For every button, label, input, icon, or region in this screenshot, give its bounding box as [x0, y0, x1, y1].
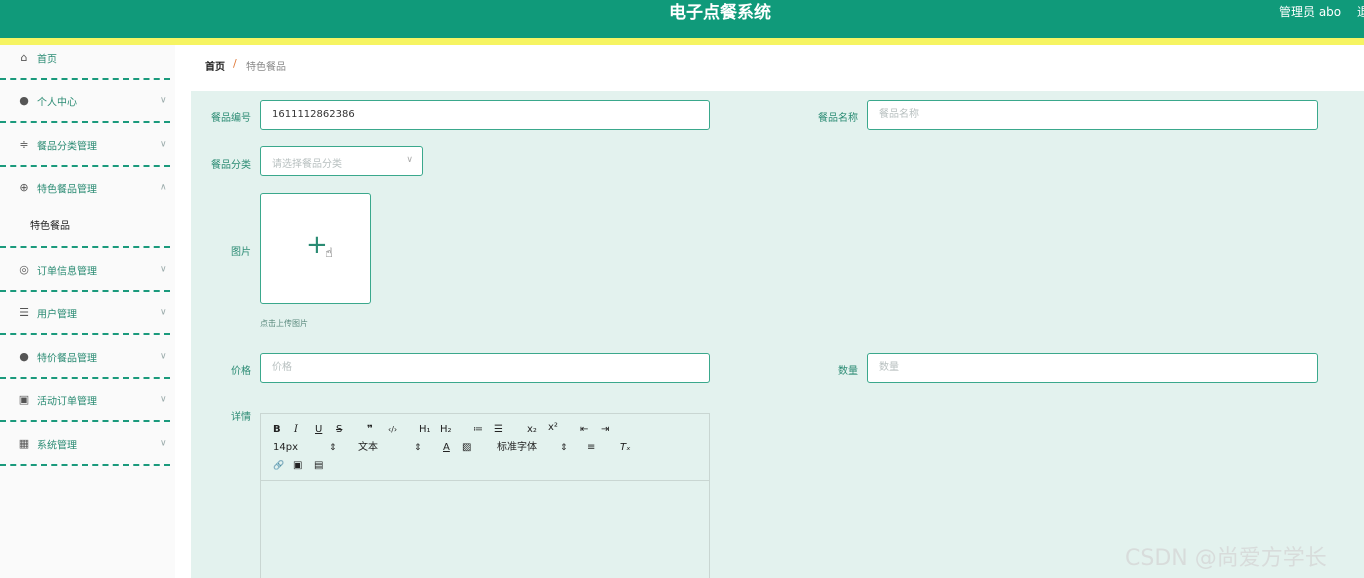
- underline-button[interactable]: U: [315, 424, 322, 436]
- chevron-down-icon: ∨: [160, 307, 167, 317]
- sliders-icon: ≑: [19, 137, 29, 151]
- name-label: 餐品名称: [818, 113, 858, 124]
- admin-user-label[interactable]: 管理员 abo: [1279, 3, 1341, 21]
- sidebar-item-label: 系统管理: [37, 440, 77, 451]
- strike-button[interactable]: S: [336, 424, 342, 436]
- italic-button[interactable]: I: [294, 424, 298, 436]
- image-upload[interactable]: + ☝: [260, 193, 371, 304]
- chevron-down-icon: ∨: [160, 264, 167, 274]
- compass-icon: ⊕: [19, 180, 29, 194]
- sidebar-item-category-management[interactable]: ≑ 餐品分类管理 ∨: [0, 124, 170, 167]
- chevron-down-icon: ∨: [160, 95, 167, 105]
- font-family-arrow-icon: ⇕: [560, 443, 568, 453]
- price-input[interactable]: 价格: [260, 353, 710, 383]
- indent-button[interactable]: ⇥: [601, 424, 609, 436]
- app-root: 电子点餐系统 管理员 abo 退 ⌂ 首页 ● 个人中心 ∨ ≑ 餐品分类管理 …: [0, 0, 1364, 578]
- breadcrumb-current: 特色餐品: [246, 62, 286, 73]
- sidebar-item-label: 餐品分类管理: [37, 141, 97, 152]
- detail-label: 详情: [231, 412, 251, 423]
- font-size-select[interactable]: 14px: [273, 442, 298, 454]
- h2-button[interactable]: H₂: [440, 424, 452, 436]
- category-select[interactable]: 请选择餐品分类 ∨: [260, 146, 423, 176]
- chevron-up-icon: ∧: [160, 182, 167, 192]
- align-button[interactable]: ≡: [587, 442, 595, 454]
- ordered-list-button[interactable]: ≔: [473, 424, 483, 436]
- home-icon: ⌂: [20, 50, 28, 64]
- editor-content-area[interactable]: [261, 482, 709, 578]
- breadcrumb-separator: /: [233, 57, 237, 70]
- list-icon: ☰: [19, 305, 29, 319]
- top-header: 电子点餐系统 管理员 abo 退: [0, 0, 1364, 38]
- editor-toolbar: B I U S ❞ ‹/› H₁ H₂ ≔ ☰ x₂ x² ⇤ ⇥ 14px ⇕…: [261, 414, 709, 481]
- bold-button[interactable]: B: [273, 424, 281, 436]
- chevron-down-icon: ∨: [160, 139, 167, 149]
- header-style-arrow-icon: ⇕: [414, 443, 422, 453]
- category-label: 餐品分类: [211, 160, 251, 171]
- sidebar-item-home[interactable]: ⌂ 首页: [0, 37, 170, 80]
- price-label: 价格: [231, 366, 251, 377]
- background-color-button[interactable]: ▨: [462, 442, 471, 454]
- sidebar-item-order-management[interactable]: ◎ 订单信息管理 ∨: [0, 249, 170, 292]
- code-block-button[interactable]: ‹/›: [388, 424, 397, 436]
- font-family-select[interactable]: 标准字体: [497, 442, 537, 454]
- image-label: 图片: [231, 247, 251, 258]
- sidebar-item-featured-dish-management[interactable]: ⊕ 特色餐品管理 ∧: [0, 167, 170, 210]
- app-title: 电子点餐系统: [669, 3, 771, 23]
- chevron-down-icon: ∨: [406, 155, 413, 165]
- code-input[interactable]: 1611112862386: [260, 100, 710, 130]
- lifebuoy-icon: ◎: [19, 262, 29, 276]
- chevron-down-icon: ∨: [160, 438, 167, 448]
- font-size-arrow-icon: ⇕: [329, 443, 337, 453]
- rich-text-editor: B I U S ❞ ‹/› H₁ H₂ ≔ ☰ x₂ x² ⇤ ⇥ 14px ⇕…: [260, 413, 710, 578]
- logout-link[interactable]: 退: [1357, 3, 1364, 21]
- name-input[interactable]: 餐品名称: [867, 100, 1318, 130]
- bullet-list-button[interactable]: ☰: [494, 424, 503, 436]
- quantity-input[interactable]: 数量: [867, 353, 1318, 383]
- image-button[interactable]: ▣: [293, 460, 302, 472]
- header-style-select[interactable]: 文本: [358, 442, 378, 454]
- sidebar-item-system-management[interactable]: ▦ 系统管理 ∨: [0, 423, 170, 466]
- sidebar-item-label: 特色餐品管理: [37, 184, 97, 195]
- upload-hint: 点击上传图片: [260, 319, 308, 328]
- sidebar-item-label: 首页: [37, 54, 57, 65]
- sidebar-item-label: 个人中心: [37, 97, 77, 108]
- breadcrumb: 首页 / 特色餐品: [191, 45, 1364, 83]
- sidebar: ⌂ 首页 ● 个人中心 ∨ ≑ 餐品分类管理 ∨ ⊕ 特色餐品管理 ∧ 特色餐品…: [0, 45, 175, 578]
- pin-icon: ●: [19, 349, 29, 363]
- sidebar-subitem-label: 特色餐品: [30, 220, 70, 232]
- sidebar-item-label: 订单信息管理: [37, 266, 97, 277]
- h1-button[interactable]: H₁: [419, 424, 431, 436]
- chevron-down-icon: ∨: [160, 394, 167, 404]
- header-stripe: [0, 38, 1364, 45]
- video-button[interactable]: ▤: [314, 460, 323, 472]
- blockquote-button[interactable]: ❞: [367, 424, 373, 436]
- chevron-down-icon: ∨: [160, 351, 167, 361]
- sidebar-item-personal-center[interactable]: ● 个人中心 ∨: [0, 80, 170, 123]
- superscript-button[interactable]: x²: [548, 422, 558, 434]
- sidebar-item-user-management[interactable]: ☰ 用户管理 ∨: [0, 292, 170, 335]
- outdent-button[interactable]: ⇤: [580, 424, 588, 436]
- sidebar-item-label: 用户管理: [37, 309, 77, 320]
- quantity-label: 数量: [838, 366, 858, 377]
- link-button[interactable]: 🔗: [273, 460, 284, 472]
- sidebar-item-activity-order-management[interactable]: ▣ 活动订单管理 ∨: [0, 379, 170, 422]
- clipboard-icon: ▣: [18, 392, 30, 406]
- hand-cursor-icon: ☝: [325, 246, 333, 261]
- breadcrumb-home[interactable]: 首页: [205, 58, 225, 73]
- sidebar-item-label: 特价餐品管理: [37, 353, 97, 364]
- user-icon: ●: [19, 93, 29, 107]
- font-color-button[interactable]: A: [443, 442, 450, 454]
- clean-format-button[interactable]: Tₓ: [620, 442, 631, 454]
- code-label: 餐品编号: [211, 113, 251, 124]
- grid-icon: ▦: [18, 436, 30, 450]
- sidebar-subitem-featured-dish[interactable]: 特色餐品: [0, 205, 170, 248]
- sidebar-item-special-dish-management[interactable]: ● 特价餐品管理 ∨: [0, 336, 170, 379]
- subscript-button[interactable]: x₂: [527, 424, 537, 436]
- category-select-placeholder: 请选择餐品分类: [272, 159, 342, 170]
- csdn-watermark: CSDN @尚爱方学长: [1125, 546, 1327, 571]
- sidebar-item-label: 活动订单管理: [37, 396, 97, 407]
